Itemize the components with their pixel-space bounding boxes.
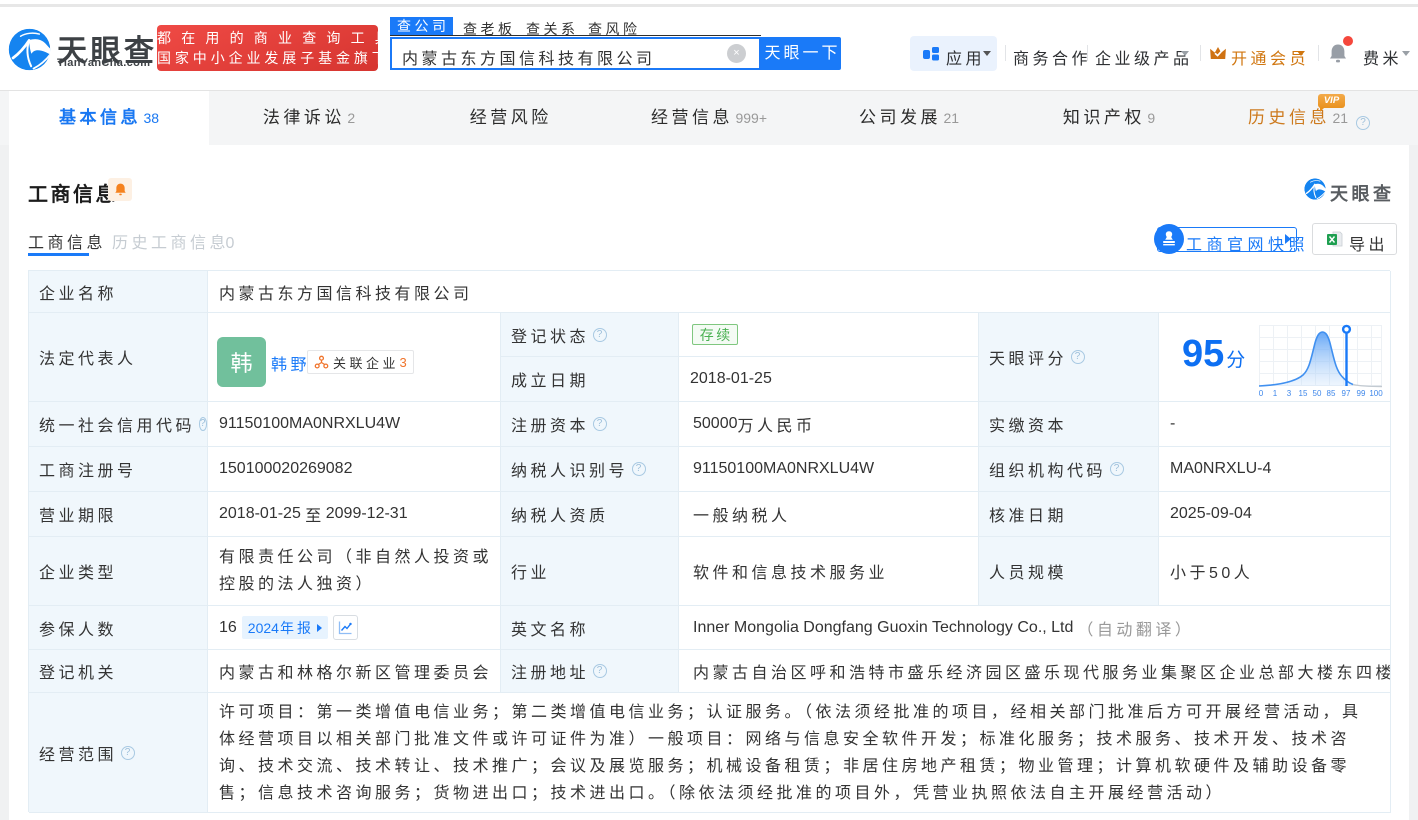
svg-text:97: 97 — [1342, 389, 1351, 398]
svg-text:50: 50 — [1313, 389, 1322, 398]
svg-text:85: 85 — [1327, 389, 1336, 398]
svg-text:0: 0 — [1259, 389, 1264, 398]
svg-text:3: 3 — [1287, 389, 1292, 398]
svg-text:1: 1 — [1273, 389, 1278, 398]
svg-text:99: 99 — [1357, 389, 1366, 398]
svg-text:100: 100 — [1369, 389, 1383, 398]
svg-text:15: 15 — [1299, 389, 1308, 398]
